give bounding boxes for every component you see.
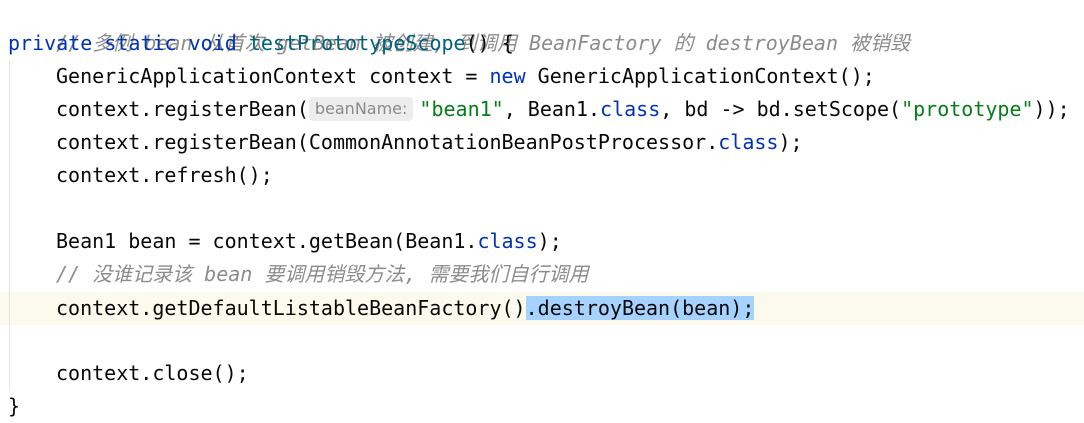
- code-line-5[interactable]: context.registerBean(CommonAnnotationBea…: [56, 126, 803, 159]
- keyword: class: [600, 97, 661, 121]
- code-text: ));: [1033, 97, 1070, 121]
- comment: // 没谁记录该 bean 要调用销毁方法, 需要我们自行调用: [56, 262, 589, 286]
- code-text: GenericApplicationContext context =: [56, 64, 490, 88]
- keyword: private static void: [8, 31, 249, 55]
- code-text: () {: [465, 31, 514, 55]
- code-text: , bd -> bd.setScope(: [660, 97, 902, 121]
- code-text: GenericApplicationContext();: [525, 64, 875, 88]
- string-literal: "bean1": [419, 97, 504, 121]
- code-text: , Bean1.: [503, 97, 601, 121]
- keyword: class: [718, 130, 779, 154]
- keyword: new: [489, 64, 526, 88]
- parameter-hint: beanName:: [308, 97, 414, 121]
- code-text: context.registerBean(CommonAnnotationBea…: [56, 130, 719, 154]
- code-text: context.close();: [56, 361, 249, 385]
- code-line-13[interactable]: }: [8, 390, 20, 423]
- code-line-8[interactable]: Bean1 bean = context.getBean(Bean1.class…: [56, 225, 562, 258]
- keyword: class: [477, 229, 538, 253]
- code-text: context.refresh();: [56, 163, 273, 187]
- code-text: context.getDefaultListableBeanFactory(): [56, 296, 526, 320]
- code-line-10[interactable]: context.getDefaultListableBeanFactory().…: [56, 292, 755, 325]
- code-line-1[interactable]: // 多例 bean 从首次 getBean 被创建, 到调用 BeanFact…: [8, 0, 910, 55]
- code-text: context.registerBean(: [56, 97, 309, 121]
- selected-text[interactable]: .destroyBean(bean);: [525, 296, 755, 320]
- closing-brace: }: [8, 394, 21, 418]
- code-line-6[interactable]: context.refresh();: [56, 159, 273, 192]
- code-text: );: [537, 229, 562, 253]
- code-line-12[interactable]: context.close();: [56, 357, 249, 390]
- code-editor[interactable]: // 多例 bean 从首次 getBean 被创建, 到调用 BeanFact…: [0, 0, 1084, 418]
- code-line-3[interactable]: GenericApplicationContext context = new …: [56, 60, 875, 93]
- method-name: testPrototypeScope: [248, 31, 466, 55]
- indent-guide: [9, 60, 10, 390]
- code-text: Bean1 bean = context.getBean(Bean1.: [56, 229, 478, 253]
- code-line-2[interactable]: private static void testPrototypeScope()…: [8, 27, 514, 60]
- string-literal: "prototype": [901, 97, 1034, 121]
- code-line-4[interactable]: context.registerBean(beanName: "bean1", B…: [56, 93, 1070, 126]
- code-text: );: [778, 130, 803, 154]
- code-line-9[interactable]: // 没谁记录该 bean 要调用销毁方法, 需要我们自行调用: [56, 258, 588, 291]
